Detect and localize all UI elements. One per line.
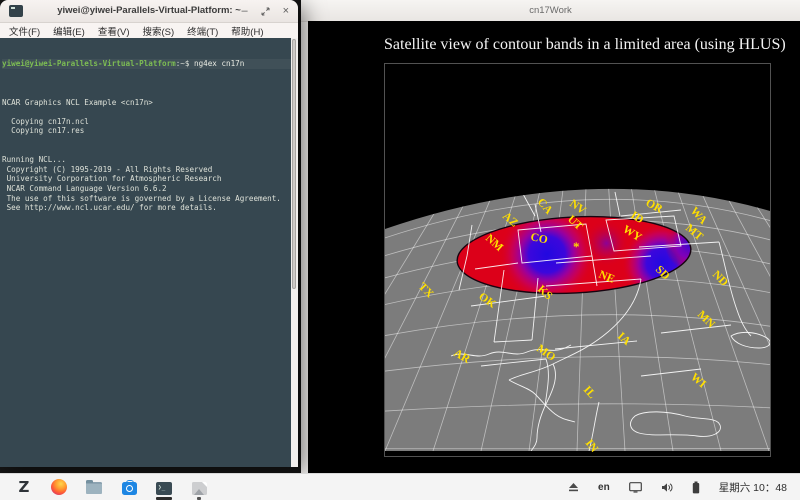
terminal-line: Copying cn17.res (2, 126, 291, 136)
scrollbar-thumb[interactable] (292, 39, 296, 289)
terminal-line: The use of this software is governed by … (2, 194, 291, 204)
minimize-button[interactable]: – (241, 6, 247, 17)
close-button[interactable]: × (283, 6, 289, 17)
prompt-user-host: yiwei@yiwei-Parallels-Virtual-Platform (2, 59, 176, 68)
menu-item-5[interactable]: 帮助(H) (231, 24, 263, 38)
terminal-line (2, 107, 291, 117)
files-icon (86, 482, 102, 494)
taskbar-app-viewer[interactable] (190, 474, 208, 500)
terminal-line: University Corporation for Atmospheric R… (2, 174, 291, 184)
station-marker: * (573, 239, 580, 254)
terminal-line: Copyright (C) 1995-2019 - All Rights Res… (2, 165, 291, 175)
terminal-titlebar[interactable]: yiwei@yiwei-Parallels-Virtual-Platform: … (0, 0, 298, 23)
taskbar-app-launcher[interactable]: Z (15, 474, 33, 500)
ncl-graphics-window: cn17Work Satellite view of contour bands… (301, 0, 800, 473)
terminal-line (2, 146, 291, 156)
menu-item-3[interactable]: 搜索(S) (142, 24, 174, 38)
launcher-icon: Z (19, 480, 30, 495)
typed-command: ng4ex cn17n (189, 59, 244, 68)
terminal-line (2, 136, 291, 146)
menu-item-1[interactable]: 编辑(E) (53, 24, 85, 38)
taskbar-app-firefox[interactable] (50, 474, 68, 500)
terminal-menubar: 文件(F) 编辑(E) 查看(V) 搜索(S) 终端(T) 帮助(H) (0, 23, 298, 38)
terminal-line: Copying cn17n.ncl (2, 117, 291, 127)
plot-frame: CANVUTAZNMORIDWAMTWYCOSDNDNEKSOKTXMNIAMO… (384, 63, 771, 457)
taskbar-app-files[interactable] (85, 474, 103, 500)
menu-item-2[interactable]: 查看(V) (98, 24, 130, 38)
terminal-output[interactable]: yiwei@yiwei-Parallels-Virtual-Platform:~… (0, 38, 291, 467)
store-icon (122, 482, 137, 495)
eject-icon[interactable] (568, 482, 579, 492)
battery-icon[interactable] (692, 481, 700, 494)
plot-title: Satellite view of contour bands in a lim… (384, 36, 769, 54)
terminal-line: Running NCL... (2, 155, 291, 165)
restore-button[interactable] (261, 7, 270, 16)
taskbar-app-store[interactable] (120, 474, 138, 500)
satellite-map: CANVUTAZNMORIDWAMTWYCOSDNDNEKSOKTXMNIAMO… (385, 64, 770, 456)
volume-icon[interactable] (661, 482, 673, 493)
restore-icon (261, 7, 270, 16)
display-icon[interactable] (629, 482, 642, 493)
viewer-icon (192, 482, 207, 495)
terminal-line: See http://www.ncl.ucar.edu/ for more de… (2, 203, 291, 213)
menu-item-0[interactable]: 文件(F) (9, 24, 40, 38)
input-method-indicator[interactable]: en (598, 482, 610, 493)
terminal-app-icon (9, 5, 23, 17)
menu-item-4[interactable]: 终端(T) (187, 24, 218, 38)
taskbar: Z en 星期六 10：48 (0, 473, 800, 500)
system-tray: en 星期六 10：48 (568, 480, 800, 495)
firefox-icon (51, 479, 67, 495)
terminal-line (2, 88, 291, 98)
graphics-window-titlebar[interactable]: cn17Work (301, 0, 800, 22)
term-icon (156, 482, 172, 495)
ncl-canvas: Satellite view of contour bands in a lim… (308, 21, 800, 473)
taskbar-app-term[interactable] (155, 474, 173, 500)
clock[interactable]: 星期六 10：48 (719, 480, 787, 495)
terminal-line: NCAR Graphics NCL Example <cn17n> (2, 98, 291, 108)
prompt-line: yiwei@yiwei-Parallels-Virtual-Platform:~… (2, 59, 291, 69)
taskbar-apps: Z (0, 474, 208, 500)
prompt-suffix: :~$ (176, 59, 190, 68)
terminal-line: NCAR Command Language Version 6.6.2 (2, 184, 291, 194)
terminal-scrollbar[interactable] (291, 38, 298, 467)
desktop: cn17Work Satellite view of contour bands… (0, 0, 800, 500)
terminal-window: yiwei@yiwei-Parallels-Virtual-Platform: … (0, 0, 298, 467)
